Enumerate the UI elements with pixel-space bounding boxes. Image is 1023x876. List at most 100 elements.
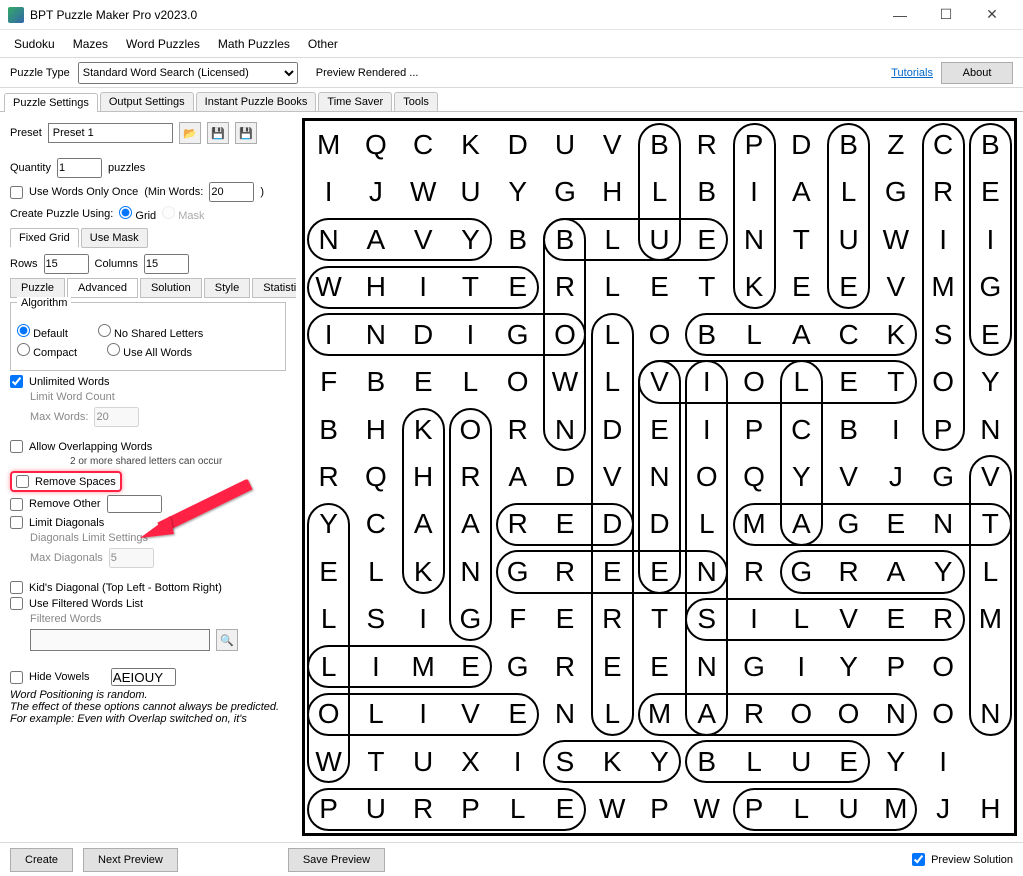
search-icon[interactable]: 🔍: [216, 629, 238, 651]
grid-cell: G: [494, 548, 541, 595]
grid-cell: O: [919, 358, 966, 405]
tab2-advanced[interactable]: Advanced: [67, 278, 138, 298]
grid-cell: R: [730, 548, 777, 595]
grid-cell: X: [447, 738, 494, 785]
menu-math-puzzles[interactable]: Math Puzzles: [218, 37, 290, 51]
grid-cell: P: [636, 786, 683, 833]
tutorials-link[interactable]: Tutorials: [891, 67, 933, 79]
grid-cell: I: [494, 738, 541, 785]
grid-cell: I: [305, 168, 352, 215]
tab2-puzzle[interactable]: Puzzle: [10, 278, 65, 298]
grid-cell: N: [352, 311, 399, 358]
grid-cell: R: [919, 168, 966, 215]
filtered-words-input[interactable]: [30, 629, 210, 651]
grid-cell: N: [919, 501, 966, 548]
grid-cell: Y: [919, 548, 966, 595]
filtered-words-checkbox[interactable]: [10, 597, 23, 610]
grid-cell: R: [589, 596, 636, 643]
quantity-input[interactable]: [57, 158, 102, 178]
grid-cell: L: [825, 168, 872, 215]
tab-instant-books[interactable]: Instant Puzzle Books: [196, 92, 317, 111]
grid-cell: U: [636, 216, 683, 263]
menu-sudoku[interactable]: Sudoku: [14, 37, 55, 51]
subtab-fixed-grid[interactable]: Fixed Grid: [10, 228, 79, 248]
grid-cell: M: [305, 121, 352, 168]
puzzle-type-select[interactable]: Standard Word Search (Licensed): [78, 62, 298, 84]
menu-mazes[interactable]: Mazes: [73, 37, 108, 51]
tab-output-settings[interactable]: Output Settings: [100, 92, 194, 111]
create-button[interactable]: Create: [10, 848, 73, 872]
grid-cell: E: [589, 643, 636, 690]
grid-cell: C: [919, 121, 966, 168]
tab2-solution[interactable]: Solution: [140, 278, 202, 298]
tab2-style[interactable]: Style: [204, 278, 250, 298]
tab-puzzle-settings[interactable]: Puzzle Settings: [4, 93, 98, 112]
algo-default-radio[interactable]: [17, 324, 30, 337]
tab2-statistics[interactable]: Statistics: [252, 278, 296, 298]
grid-cell: E: [636, 548, 683, 595]
maximize-button[interactable]: ☐: [923, 0, 969, 30]
tab-tools[interactable]: Tools: [394, 92, 438, 111]
overlap-checkbox[interactable]: [10, 440, 23, 453]
remove-spaces-checkbox[interactable]: [16, 475, 29, 488]
rows-input[interactable]: [44, 254, 89, 274]
menu-word-puzzles[interactable]: Word Puzzles: [126, 37, 200, 51]
grid-cell: V: [636, 358, 683, 405]
algo-compact-radio[interactable]: [17, 343, 30, 356]
vowels-input[interactable]: [111, 668, 176, 686]
grid-cell: Y: [305, 501, 352, 548]
grid-cell: C: [825, 311, 872, 358]
grid-cell: V: [589, 121, 636, 168]
grid-cell: H: [400, 453, 447, 500]
grid-cell: P: [730, 786, 777, 833]
cols-input[interactable]: [144, 254, 189, 274]
grid-cell: E: [636, 263, 683, 310]
menu-other[interactable]: Other: [308, 37, 338, 51]
hide-vowels-checkbox[interactable]: [10, 671, 23, 684]
grid-cell: U: [825, 786, 872, 833]
grid-cell: Q: [352, 121, 399, 168]
preview-solution-checkbox[interactable]: [912, 853, 925, 866]
grid-cell: C: [778, 406, 825, 453]
preset-input[interactable]: [48, 123, 173, 143]
remove-other-checkbox[interactable]: [10, 498, 23, 511]
grid-cell: O: [541, 311, 588, 358]
grid-cell: S: [683, 596, 730, 643]
grid-cell: P: [872, 643, 919, 690]
minimize-button[interactable]: —: [877, 0, 923, 30]
save-preview-button[interactable]: Save Preview: [288, 848, 385, 872]
grid-cell: S: [541, 738, 588, 785]
use-words-once-checkbox[interactable]: [10, 186, 23, 199]
kids-diagonal-checkbox[interactable]: [10, 581, 23, 594]
next-preview-button[interactable]: Next Preview: [83, 848, 178, 872]
grid-cell: B: [636, 121, 683, 168]
min-words-input[interactable]: [209, 182, 254, 202]
grid-cell: I: [400, 263, 447, 310]
algo-useall-radio[interactable]: [107, 343, 120, 356]
grid-cell: E: [541, 596, 588, 643]
open-icon[interactable]: 📂: [179, 122, 201, 144]
grid-cell: R: [400, 786, 447, 833]
save-as-icon[interactable]: 💾: [235, 122, 257, 144]
max-words-input: [94, 407, 139, 427]
remove-other-input[interactable]: [107, 495, 162, 513]
algo-noshared-radio[interactable]: [98, 324, 111, 337]
grid-cell: R: [541, 548, 588, 595]
grid-cell: O: [778, 691, 825, 738]
grid-cell: E: [636, 643, 683, 690]
grid-cell: K: [400, 406, 447, 453]
create-grid-radio[interactable]: [119, 206, 132, 219]
close-button[interactable]: ✕: [969, 0, 1015, 30]
menubar: Sudoku Mazes Word Puzzles Math Puzzles O…: [0, 30, 1023, 58]
grid-cell: W: [400, 168, 447, 215]
grid-cell: O: [447, 406, 494, 453]
grid-cell: A: [400, 501, 447, 548]
tab-time-saver[interactable]: Time Saver: [318, 92, 392, 111]
grid-cell: R: [541, 643, 588, 690]
grid-cell: [967, 643, 1014, 690]
limit-diagonals-checkbox[interactable]: [10, 516, 23, 529]
save-icon[interactable]: 💾: [207, 122, 229, 144]
subtab-use-mask[interactable]: Use Mask: [81, 228, 148, 248]
about-button[interactable]: About: [941, 62, 1013, 84]
unlimited-words-checkbox[interactable]: [10, 375, 23, 388]
